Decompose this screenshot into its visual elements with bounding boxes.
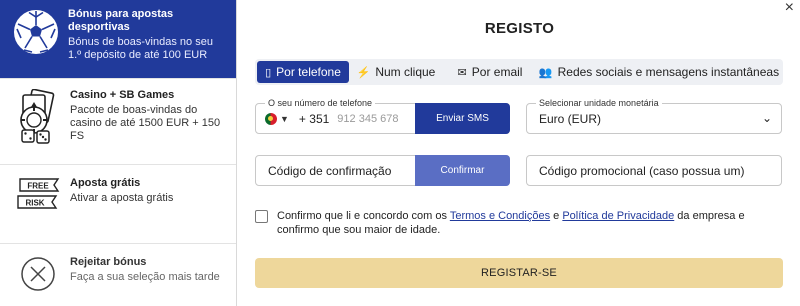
bonus-title: Aposta grátis [70,177,141,189]
bonus-description: Ativar a aposta grátis [70,192,174,204]
currency-label: Selecionar unidade monetária [536,98,662,109]
lightning-icon: ⚡ [356,66,371,79]
privacy-link[interactable]: Política de Privacidade [562,210,674,222]
tab-social[interactable]: 👥 Redes sociais e mensagens instantâneas [537,61,781,83]
close-icon[interactable]: × [785,0,794,16]
bonus-title: Bónus para apostas desportivas [68,8,174,33]
tab-label: Por email [471,65,523,79]
promo-code-input[interactable] [539,163,769,178]
portugal-flag-icon[interactable] [265,113,277,125]
bonus-description: Bónus de boas-vindas no seu 1.º depósito… [68,36,213,61]
country-code: + 351 [298,112,330,126]
promo-field [526,155,782,186]
registration-modal: Bónus para apostas desportivas Bónus de … [0,0,800,306]
bonus-reject[interactable]: Rejeitar bónus Faça a sua seleção mais t… [0,244,236,306]
register-button[interactable]: REGISTAR-SE [255,258,783,288]
confirm-button[interactable]: Confirmar [415,155,510,186]
bonus-description: Faça a sua seleção mais tarde [70,271,220,283]
tab-label: Por telefone [276,65,341,79]
bonus-title: Rejeitar bónus [70,256,147,268]
phone-input[interactable] [337,105,418,133]
bonus-sports[interactable]: Bónus para apostas desportivas Bónus de … [0,0,236,79]
close-circle-icon [14,256,62,292]
currency-value: Euro (EUR) [539,111,602,126]
terms-checkbox[interactable] [255,210,268,223]
tab-label: Redes sociais e mensagens instantâneas [557,65,780,79]
tab-one-click[interactable]: ⚡ Num clique [349,61,443,83]
users-icon: 👥 [538,66,553,79]
send-sms-button[interactable]: Enviar SMS [415,103,510,134]
terms-link[interactable]: Termos e Condições [450,210,550,222]
registration-form: × REGISTO ▯ Por telefone ⚡ Num clique ✉ … [237,0,800,306]
confirmation-code-input[interactable] [268,163,408,178]
terms-text: Confirmo que li e concordo com os Termos… [277,209,784,237]
terms-row: Confirmo que li e concordo com os Termos… [255,209,784,237]
bonus-free-bet[interactable]: FREE RISK Aposta grátis Ativar a aposta … [0,165,236,244]
casino-cards-dice-icon [14,89,62,145]
ticket-risk-text: RISK [25,199,44,208]
bonus-title: Casino + SB Games [70,89,175,101]
phone-label: O seu número de telefone [265,98,376,109]
free-risk-ticket-icon: FREE RISK [14,177,62,211]
registration-tabs: ▯ Por telefone ⚡ Num clique ✉ Por email … [255,59,783,85]
confirmation-field: Confirmar [255,155,510,186]
soccer-ball-icon [12,8,60,56]
tab-email[interactable]: ✉ Por email [443,61,537,83]
terms-text-2: e [550,210,563,222]
bonus-description: Pacote de boas-vindas do casino de até 1… [70,104,221,142]
page-title: REGISTO [484,20,555,37]
ticket-free-text: FREE [27,182,49,191]
tab-label: Num clique [375,65,436,79]
currency-select[interactable]: Selecionar unidade monetária Euro (EUR) … [526,98,782,134]
tab-phone[interactable]: ▯ Por telefone [257,61,349,83]
chevron-down-icon[interactable]: ▼ [280,114,289,133]
bonus-sidebar: Bónus para apostas desportivas Bónus de … [0,0,237,306]
envelope-icon: ✉ [457,66,467,79]
chevron-down-icon: ⌄ [761,111,772,125]
bonus-casino[interactable]: Casino + SB Games Pacote de boas-vindas … [0,79,236,165]
phone-field: O seu número de telefone ▼ + 351 Enviar … [255,98,510,134]
terms-text-1: Confirmo que li e concordo com os [277,210,450,222]
phone-icon: ▯ [265,66,272,79]
